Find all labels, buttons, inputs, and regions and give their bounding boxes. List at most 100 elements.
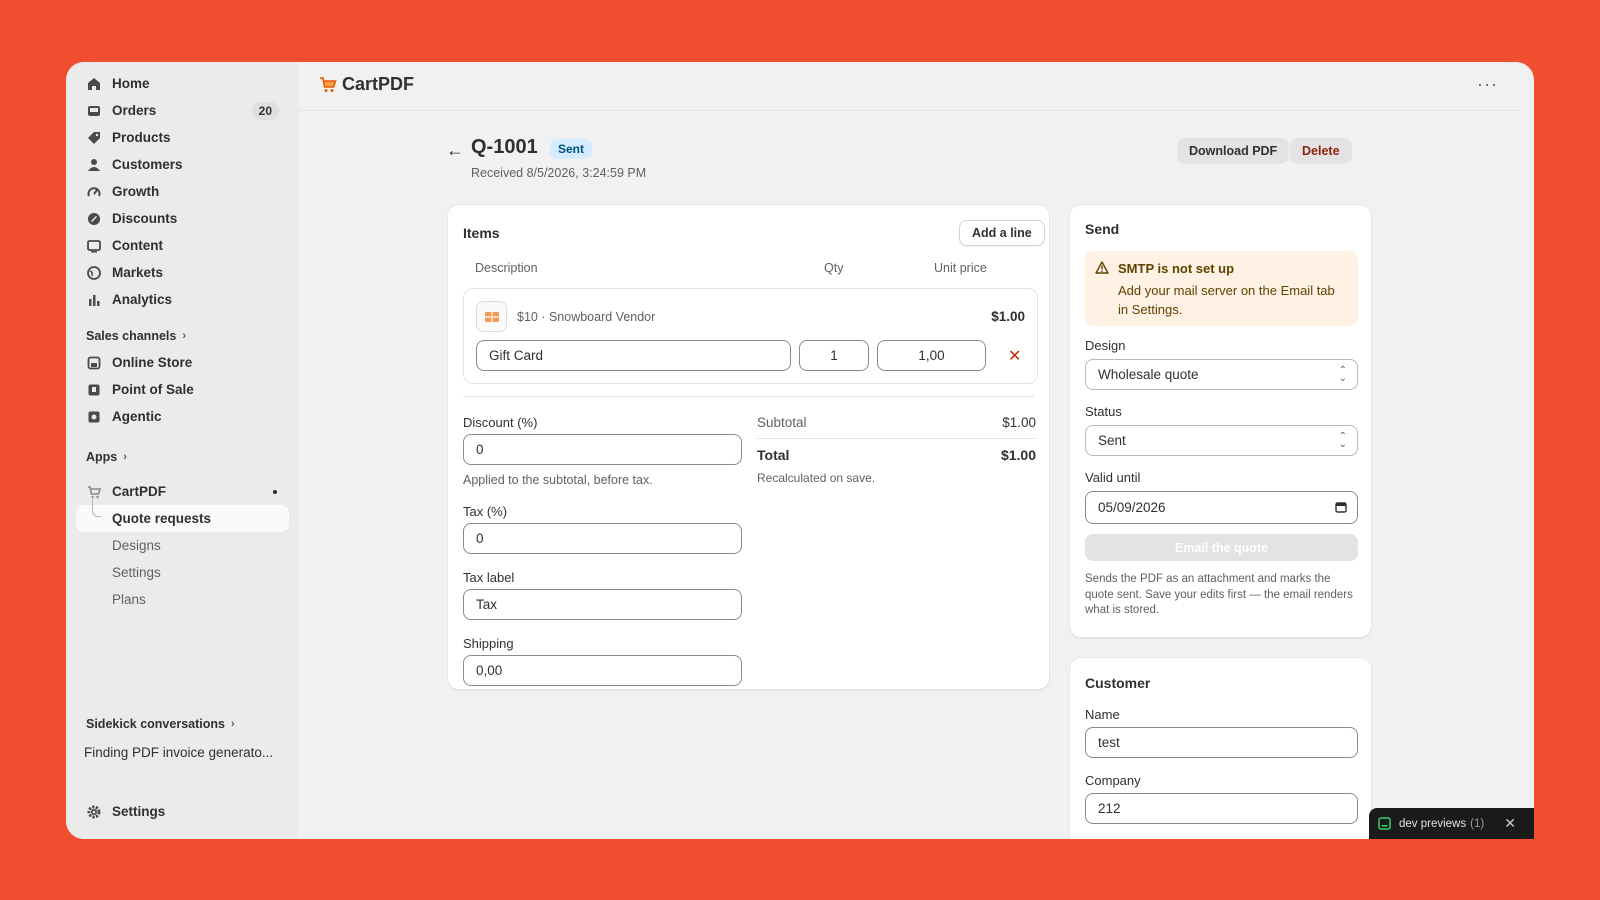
- store-icon: [86, 355, 102, 371]
- customer-company-input[interactable]: 212: [1085, 793, 1358, 824]
- banner-body: Add your mail server on the Email tab in…: [1118, 283, 1335, 317]
- discount-help-text: Applied to the subtotal, before tax.: [463, 473, 653, 487]
- shipping-input[interactable]: 0,00: [463, 655, 742, 686]
- send-help-text: Sends the PDF as an attachment and marks…: [1085, 573, 1353, 616]
- tree-connector: [92, 497, 101, 517]
- sidebar-item-label: Markets: [112, 265, 164, 280]
- email-quote-button[interactable]: Email the quote: [1085, 534, 1358, 561]
- sidebar-item-content[interactable]: Content: [76, 232, 289, 259]
- sidebar-item-label: Designs: [112, 538, 161, 553]
- shipping-label: Shipping: [463, 636, 514, 651]
- sidebar-item-plans[interactable]: Plans: [76, 586, 289, 613]
- sidebar-item-label: Customers: [112, 157, 183, 172]
- sidebar-item-agentic[interactable]: Agentic: [76, 403, 289, 430]
- sidebar-item-orders[interactable]: Orders 20: [76, 97, 289, 124]
- calendar-icon[interactable]: [1335, 501, 1347, 516]
- sidebar-item-app-settings[interactable]: Settings: [76, 559, 289, 586]
- sidebar-item-label: CartPDF: [112, 484, 167, 499]
- tax-percent-input[interactable]: 0: [463, 523, 742, 554]
- line-unit-price-input[interactable]: 1,00: [877, 340, 986, 371]
- chevron-right-icon: ›: [182, 330, 186, 342]
- line-qty-input[interactable]: 1: [799, 340, 869, 371]
- column-header-unit-price: Unit price: [934, 261, 987, 275]
- pos-icon: [86, 382, 102, 398]
- sales-channels-header[interactable]: Sales channels ›: [76, 323, 289, 349]
- sidebar-item-home[interactable]: Home: [76, 70, 289, 97]
- discount-input[interactable]: 0: [463, 434, 742, 465]
- dev-previews-bar[interactable]: dev previews (1) ✕: [1369, 808, 1534, 839]
- home-icon: [86, 76, 102, 92]
- sidebar-item-products[interactable]: Products: [76, 124, 289, 151]
- person-icon: [86, 157, 102, 173]
- image-icon: [86, 238, 102, 254]
- product-thumbnail: [476, 301, 507, 332]
- sidebar-item-label: Products: [112, 130, 171, 145]
- sidebar-item-online-store[interactable]: Online Store: [76, 349, 289, 376]
- close-icon[interactable]: ✕: [1504, 815, 1516, 832]
- gauge-icon: [86, 184, 102, 200]
- sidebar-item-analytics[interactable]: Analytics: [76, 286, 289, 313]
- design-select[interactable]: Wholesale quote ⌃ ⌄: [1085, 359, 1358, 390]
- sidebar-item-quote-requests[interactable]: Quote requests: [76, 497, 289, 532]
- sidebar-item-label: Agentic: [112, 409, 162, 424]
- sidebar-item-markets[interactable]: Markets: [76, 259, 289, 286]
- orders-count-badge: 20: [251, 101, 279, 120]
- sales-channels-label: Sales channels: [86, 329, 177, 343]
- status-selected-value: Sent: [1098, 433, 1126, 448]
- tax-percent-label: Tax (%): [463, 504, 508, 519]
- back-arrow-icon[interactable]: ←: [446, 140, 464, 161]
- sidebar-item-customers[interactable]: Customers: [76, 151, 289, 178]
- line-total: $1.00: [991, 309, 1025, 324]
- sidebar-item-point-of-sale[interactable]: Point of Sale: [76, 376, 289, 403]
- add-line-button[interactable]: Add a line: [959, 220, 1045, 246]
- more-horizontal-icon[interactable]: ···: [1477, 74, 1498, 95]
- sidebar-item-label: Point of Sale: [112, 382, 194, 397]
- download-pdf-button[interactable]: Download PDF: [1177, 138, 1290, 164]
- sidebar-item-label: Analytics: [112, 292, 173, 307]
- sidebar-item-label: Home: [112, 76, 150, 91]
- select-arrows-icon: ⌃ ⌄: [1338, 365, 1347, 384]
- customer-name-input[interactable]: test: [1085, 727, 1358, 758]
- chevron-right-icon: ›: [123, 451, 127, 463]
- status-badge: Sent: [550, 139, 593, 159]
- customer-card: Customer Name test Company 212: [1069, 657, 1372, 839]
- divider: [757, 438, 1036, 439]
- design-selected-value: Wholesale quote: [1098, 367, 1199, 382]
- discount-icon: [86, 211, 102, 227]
- select-arrows-icon: ⌃ ⌄: [1338, 431, 1347, 450]
- send-card: Send SMTP is not set up Add your mail se…: [1069, 204, 1372, 638]
- total-value: $1.00: [1000, 447, 1036, 463]
- gear-icon: [86, 804, 102, 820]
- cart-logo-icon: [319, 76, 337, 93]
- app-window: Home Orders 20 Products Customers Growth…: [66, 62, 1534, 839]
- sidebar-item-label: Discounts: [112, 211, 178, 226]
- column-header-qty: Qty: [824, 261, 844, 275]
- preview-icon: [1378, 817, 1391, 830]
- sidebar: Home Orders 20 Products Customers Growth…: [66, 62, 299, 839]
- remove-line-icon[interactable]: ✕: [1008, 346, 1021, 366]
- status-select[interactable]: Sent ⌃ ⌄: [1085, 425, 1358, 456]
- design-label: Design: [1085, 338, 1126, 353]
- delete-button[interactable]: Delete: [1290, 138, 1352, 164]
- inbox-icon: [86, 103, 102, 119]
- line-item: $10 · Snowboard Vendor $1.00 Gift Card 1…: [463, 288, 1038, 384]
- sidebar-item-cartpdf[interactable]: CartPDF: [76, 478, 289, 505]
- status-label: Status: [1085, 404, 1122, 419]
- tax-label-input[interactable]: Tax: [463, 589, 742, 620]
- sidebar-item-designs[interactable]: Designs: [76, 532, 289, 559]
- apps-header[interactable]: Apps ›: [76, 444, 289, 470]
- sidebar-item-discounts[interactable]: Discounts: [76, 205, 289, 232]
- sidebar-item-label: Online Store: [112, 355, 193, 370]
- recalc-note: Recalculated on save.: [757, 471, 876, 485]
- sidebar-item-growth[interactable]: Growth: [76, 178, 289, 205]
- line-vendor: $10 · Snowboard Vendor: [517, 310, 656, 324]
- chevron-right-icon: ›: [230, 718, 235, 730]
- sidekick-header[interactable]: Sidekick conversations ›: [76, 711, 289, 737]
- line-description-input[interactable]: Gift Card: [476, 340, 791, 371]
- sidebar-item-settings[interactable]: Settings: [76, 798, 289, 825]
- sidekick-conversation-item[interactable]: Finding PDF invoice generato...: [76, 739, 289, 765]
- items-card: Items Add a line Description Qty Unit pr…: [447, 204, 1050, 690]
- valid-until-date-input[interactable]: 05/09/2026: [1085, 491, 1358, 524]
- send-title: Send: [1085, 221, 1120, 237]
- customer-title: Customer: [1085, 675, 1151, 691]
